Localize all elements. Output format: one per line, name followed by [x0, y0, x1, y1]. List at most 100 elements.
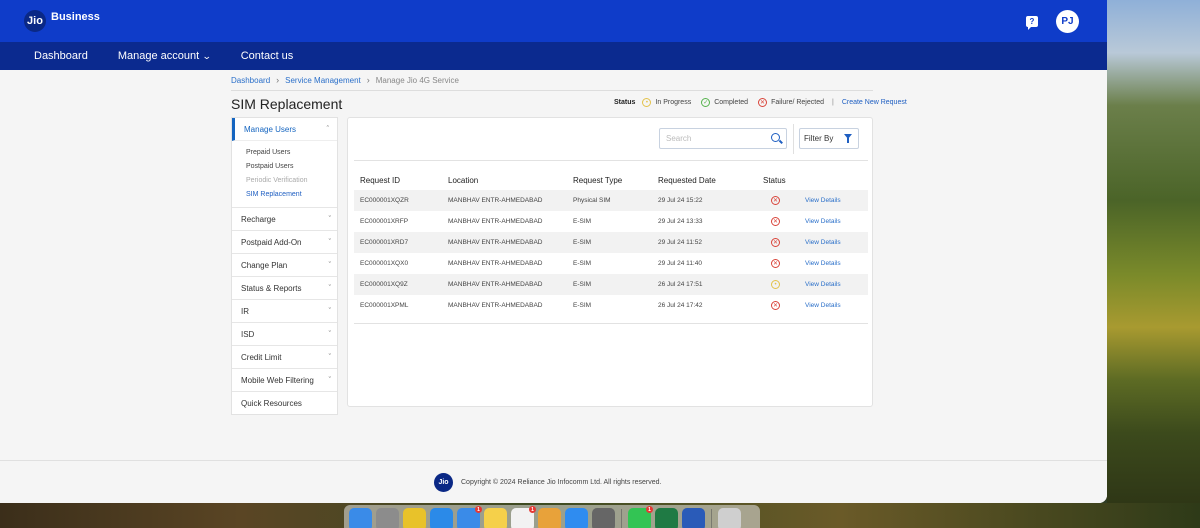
cell-location: MANBHAV ENTR-AHMEDABAD	[448, 302, 543, 309]
breadcrumb-current: Manage Jio 4G Service	[375, 75, 459, 85]
sidebar-item-label: ISD	[241, 329, 255, 339]
cell-action: View Details	[799, 253, 868, 274]
completed-icon: ✓	[701, 98, 711, 107]
legend-failure: Failure/ Rejected	[771, 99, 824, 106]
cell-requested-date: 29 Jul 24 11:52	[658, 239, 702, 246]
sidebar-sub-periodic-verification: Periodic Verification	[246, 177, 308, 184]
search-box	[659, 128, 787, 149]
cell-action: View Details	[799, 274, 868, 295]
chevron-down-icon: ˇ	[328, 284, 331, 292]
requests-panel: Filter By Request ID Location Request Ty…	[347, 117, 873, 407]
sidebar-item-label: Mobile Web Filtering	[241, 375, 314, 385]
page-title: SIM Replacement	[231, 96, 343, 112]
cell-request-type: E-SIM	[573, 260, 592, 267]
create-new-request-link[interactable]: Create New Request	[842, 99, 907, 106]
cell-requested-date: 29 Jul 24 11:40	[658, 260, 702, 267]
sidebar-item-isd[interactable]: ISD ˇ	[232, 322, 337, 345]
search-input[interactable]	[660, 129, 760, 148]
table-row: EC000001XQ9Z MANBHAV ENTR-AHMEDABAD E-SIM 2…	[354, 274, 868, 295]
finder-icon[interactable]	[349, 508, 372, 528]
mail-icon[interactable]: 1	[457, 506, 482, 528]
legend-separator: |	[831, 99, 834, 106]
cell-location: MANBHAV ENTR-AHMEDABAD	[448, 239, 543, 246]
notification-badge: 1	[529, 506, 536, 513]
excel-icon[interactable]	[655, 508, 678, 528]
cell-status: ✕	[757, 190, 799, 211]
cell-status: ✕	[757, 253, 799, 274]
nav-manage-account[interactable]: Manage account ⌄	[118, 50, 212, 62]
nav-contact-us-label: Contact us	[240, 50, 294, 62]
sidebar-item-label: Status & Reports	[241, 283, 302, 293]
sidebar-item-manage-users[interactable]: Manage Users ˆ	[232, 118, 337, 141]
system-settings-icon[interactable]	[592, 508, 615, 528]
col-request-id: Request ID	[360, 175, 401, 185]
chevron-right-icon: ›	[276, 75, 280, 85]
safari-icon[interactable]	[430, 508, 453, 528]
sidebar-item-quick-resources[interactable]: Quick Resources	[232, 391, 337, 414]
divider	[231, 90, 873, 91]
view-details-link[interactable]: View Details	[805, 281, 841, 288]
sidebar-sub-sim-replacement[interactable]: SIM Replacement	[246, 188, 337, 202]
sidebar-item-label: Postpaid Add-On	[241, 237, 302, 247]
sidebar-item-label: Credit Limit	[241, 352, 282, 362]
cell-requested-date: 26 Jul 24 17:51	[658, 281, 703, 288]
avatar[interactable]: PJ	[1056, 10, 1079, 33]
view-details-link[interactable]: View Details	[805, 218, 841, 225]
sidebar-item-change-plan[interactable]: Change Plan ˇ	[232, 253, 337, 276]
word-icon[interactable]	[682, 508, 705, 528]
reminders-icon[interactable]: 1	[511, 506, 536, 528]
cell-location: MANBHAV ENTR-AHMEDABAD	[448, 260, 543, 267]
help-chat-icon[interactable]: ?	[1026, 16, 1038, 30]
sidebar-item-ir[interactable]: IR ˇ	[232, 299, 337, 322]
sidebar-item-label: Manage Users	[244, 124, 297, 134]
sidebar-item-credit-limit[interactable]: Credit Limit ˇ	[232, 345, 337, 368]
sidebar: Manage Users ˆ Prepaid Users Postpaid Us…	[231, 117, 338, 415]
copyright-text: Copyright © 2024 Reliance Jio Infocomm L…	[461, 478, 662, 486]
breadcrumb-service-management[interactable]: Service Management	[285, 76, 361, 85]
launchpad-icon[interactable]	[376, 508, 399, 528]
sidebar-item-mobile-web-filtering[interactable]: Mobile Web Filtering ˇ	[232, 368, 337, 391]
cell-status: ✕	[757, 211, 799, 232]
cell-status: ✕	[757, 295, 799, 316]
footer-jio-logo: Jio	[434, 472, 453, 492]
jio-logo[interactable]: Jio	[24, 10, 46, 32]
sidebar-sub-prepaid-users[interactable]: Prepaid Users	[246, 146, 337, 160]
cell-action: View Details	[799, 211, 868, 232]
cell-request-id: EC000001XRD7	[360, 239, 409, 246]
macos-dock: 1 1 1	[344, 505, 760, 528]
col-status: Status	[763, 175, 786, 185]
cell-location: MANBHAV ENTR-AHMEDABAD	[448, 281, 543, 288]
whatsapp-icon[interactable]: 1	[628, 506, 653, 528]
sidebar-item-recharge[interactable]: Recharge ˇ	[232, 207, 337, 230]
failure-icon: ✕	[758, 98, 768, 107]
photos-icon[interactable]	[538, 508, 561, 528]
table-row: EC000001XRFP MANBHAV ENTR-AHMEDABAD E-SIM 2…	[354, 211, 868, 232]
search-icon[interactable]	[771, 133, 780, 142]
notes-icon[interactable]	[484, 508, 507, 528]
nav-dashboard[interactable]: Dashboard	[34, 50, 88, 62]
footer: Jio Copyright © 2024 Reliance Jio Infoco…	[0, 460, 1107, 503]
requests-table: Request ID Location Request Type Request…	[354, 170, 868, 316]
view-details-link[interactable]: View Details	[805, 197, 841, 204]
cell-request-type: E-SIM	[573, 239, 592, 246]
filter-button[interactable]: Filter By	[799, 128, 859, 149]
chrome-icon[interactable]	[403, 508, 426, 528]
breadcrumb-dashboard[interactable]: Dashboard	[231, 76, 270, 85]
cell-requested-date: 26 Jul 24 17:42	[658, 302, 703, 309]
view-details-link[interactable]: View Details	[805, 302, 841, 309]
divider	[793, 124, 794, 154]
app-store-icon[interactable]	[565, 508, 588, 528]
cell-requested-date: 29 Jul 24 13:33	[658, 218, 703, 225]
cell-request-id: EC000001XPML	[360, 302, 409, 309]
view-details-link[interactable]: View Details	[805, 239, 841, 246]
nav-contact-us[interactable]: Contact us	[241, 50, 294, 62]
trash-icon[interactable]	[718, 508, 741, 528]
sidebar-item-status-reports[interactable]: Status & Reports ˇ	[232, 276, 337, 299]
page-content: Dashboard › Service Management › Manage …	[0, 70, 1107, 460]
sidebar-item-label: Quick Resources	[241, 398, 302, 408]
view-details-link[interactable]: View Details	[805, 260, 841, 267]
cell-request-id: EC000001XQX0	[360, 260, 409, 267]
table-row: EC000001XQZR MANBHAV ENTR-AHMEDABAD Physic…	[354, 190, 868, 211]
sidebar-item-postpaid-add-on[interactable]: Postpaid Add-On ˇ	[232, 230, 337, 253]
sidebar-sub-postpaid-users[interactable]: Postpaid Users	[246, 160, 337, 174]
